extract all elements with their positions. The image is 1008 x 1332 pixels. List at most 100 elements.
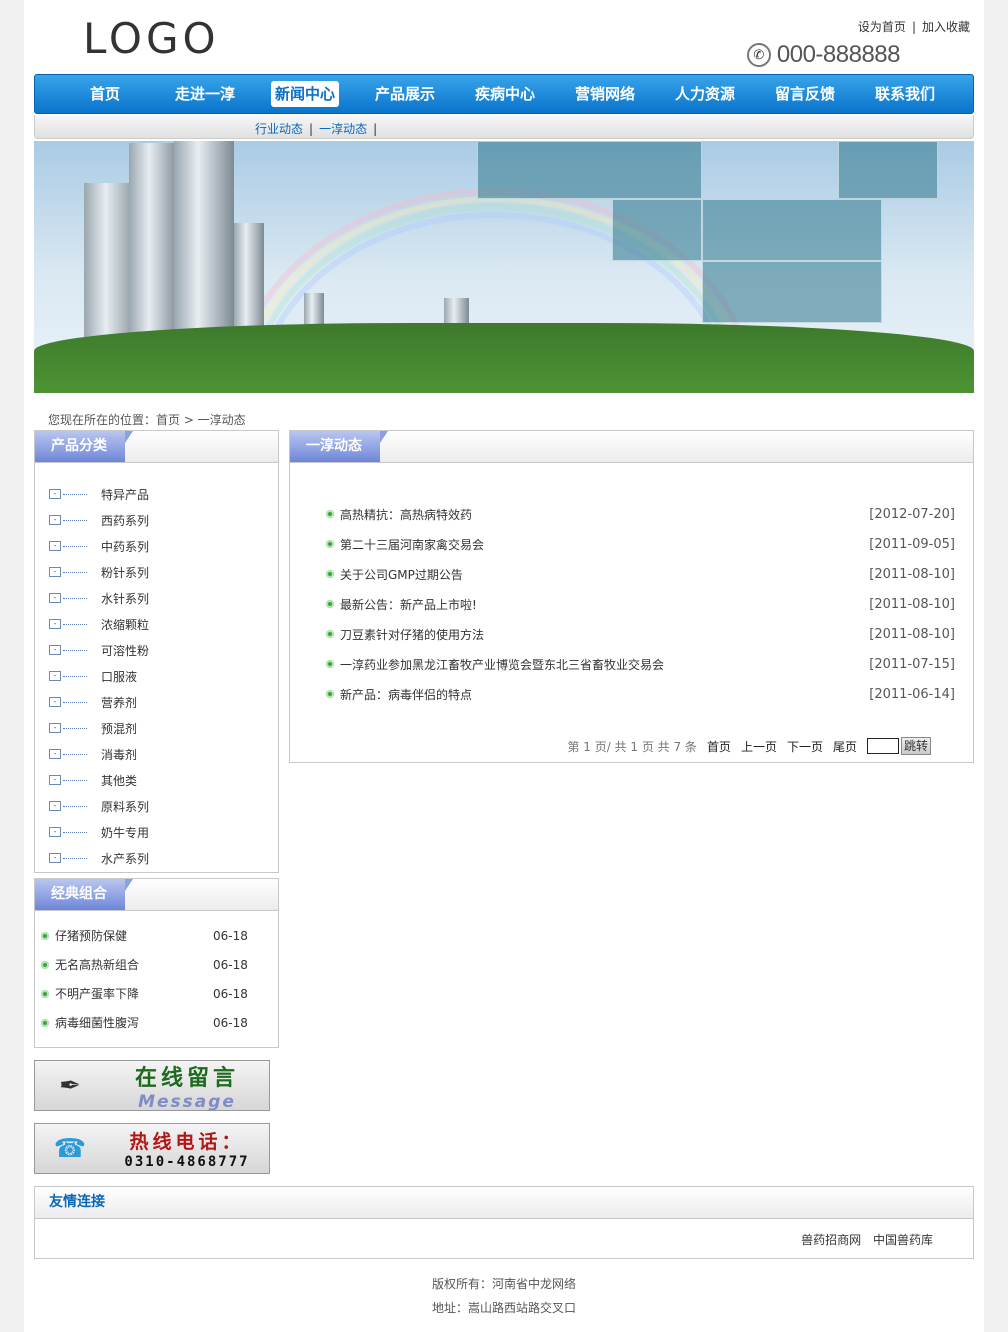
friend-link[interactable]: 中国兽药库	[873, 1233, 933, 1247]
site-logo[interactable]: LOGO	[83, 14, 220, 63]
go-button[interactable]: 跳转	[900, 737, 931, 755]
nav-label[interactable]: 走进一淳	[175, 85, 235, 103]
category-label[interactable]: 浓缩颗粒	[101, 616, 149, 633]
online-message-banner[interactable]: ✒ 在线留言 Message	[34, 1060, 270, 1112]
banner-image	[34, 141, 974, 393]
news-item[interactable]: 第二十三届河南家禽交易会 [2011-09-05]	[326, 529, 955, 559]
tree-node-icon: -	[49, 853, 61, 863]
category-label[interactable]: 水产系列	[101, 850, 149, 867]
nav-item-contact[interactable]: 联系我们	[855, 75, 955, 113]
prev-page-link[interactable]: 上一页	[741, 738, 777, 755]
combo-item[interactable]: 仔猪预防保健 06-18	[41, 921, 278, 950]
category-label[interactable]: 其他类	[101, 772, 137, 789]
category-item[interactable]: - 中药系列	[49, 533, 278, 559]
nav-item-disease[interactable]: 疾病中心	[455, 75, 555, 113]
combo-item[interactable]: 病毒细菌性腹泻 06-18	[41, 1008, 278, 1037]
category-label[interactable]: 营养剂	[101, 694, 137, 711]
combo-item[interactable]: 无名高热新组合 06-18	[41, 950, 278, 979]
combo-title[interactable]: 不明产蛋率下降	[55, 985, 213, 1002]
news-title[interactable]: 一淳药业参加黑龙江畜牧产业博览会暨东北三省畜牧业交易会	[340, 656, 869, 673]
message-en: Message	[138, 1091, 236, 1112]
category-item[interactable]: - 其他类	[49, 767, 278, 793]
news-title[interactable]: 高热精抗：高热病特效药	[340, 506, 869, 523]
message-cn: 在线留言	[134, 1064, 239, 1091]
nav-label[interactable]: 新闻中心	[270, 81, 339, 107]
news-title[interactable]: 刀豆素针对仔猪的使用方法	[340, 626, 869, 643]
category-label[interactable]: 消毒剂	[101, 746, 137, 763]
subnav-industry-news[interactable]: 行业动态	[255, 122, 303, 136]
nav-label[interactable]: 人力资源	[675, 85, 735, 103]
tree-node-icon: -	[49, 567, 61, 577]
category-label[interactable]: 特异产品	[101, 486, 149, 503]
category-label[interactable]: 奶牛专用	[101, 824, 149, 841]
nav-item-hr[interactable]: 人力资源	[655, 75, 755, 113]
set-home-link[interactable]: 设为首页	[858, 20, 906, 34]
subnav-company-news[interactable]: 一淳动态	[319, 122, 367, 136]
sub-nav: 行业动态 | 一淳动态 |	[34, 115, 974, 139]
page-number-input[interactable]	[866, 738, 899, 754]
last-page-link[interactable]: 尾页	[833, 738, 857, 755]
news-item[interactable]: 高热精抗：高热病特效药 [2012-07-20]	[326, 499, 955, 529]
news-title[interactable]: 最新公告：新产品上市啦!	[340, 596, 869, 613]
category-item[interactable]: - 粉针系列	[49, 559, 278, 585]
nav-item-home[interactable]: 首页	[55, 75, 155, 113]
category-item[interactable]: - 可溶性粉	[49, 637, 278, 663]
add-favorite-link[interactable]: 加入收藏	[922, 20, 970, 34]
category-label[interactable]: 西药系列	[101, 512, 149, 529]
combo-item[interactable]: 不明产蛋率下降 06-18	[41, 979, 278, 1008]
category-label[interactable]: 预混剂	[101, 720, 137, 737]
friend-link[interactable]: 兽药招商网	[801, 1233, 861, 1247]
subnav-separator: |	[373, 122, 378, 136]
nav-label[interactable]: 留言反馈	[775, 85, 835, 103]
tree-node-icon: -	[49, 541, 61, 551]
nav-item-news[interactable]: 新闻中心	[255, 75, 355, 113]
nav-label[interactable]: 联系我们	[875, 85, 935, 103]
category-item[interactable]: - 奶牛专用	[49, 819, 278, 845]
category-label[interactable]: 粉针系列	[101, 564, 149, 581]
category-item[interactable]: - 西药系列	[49, 507, 278, 533]
category-item[interactable]: - 消毒剂	[49, 741, 278, 767]
category-label[interactable]: 中药系列	[101, 538, 149, 555]
category-label[interactable]: 水针系列	[101, 590, 149, 607]
news-item[interactable]: 一淳药业参加黑龙江畜牧产业博览会暨东北三省畜牧业交易会 [2011-07-15]	[326, 649, 955, 679]
category-item[interactable]: - 浓缩颗粒	[49, 611, 278, 637]
bullet-icon	[326, 690, 334, 698]
nav-item-products[interactable]: 产品展示	[355, 75, 455, 113]
hotline-banner[interactable]: ☎ 热线电话： 0310-4868777	[34, 1123, 270, 1174]
top-links: 设为首页 | 加入收藏	[858, 18, 970, 35]
tree-node-icon: -	[49, 723, 61, 733]
category-item[interactable]: - 原料系列	[49, 793, 278, 819]
news-title[interactable]: 新产品：病毒伴侣的特点	[340, 686, 869, 703]
top-links-separator: |	[911, 20, 916, 34]
category-label[interactable]: 可溶性粉	[101, 642, 149, 659]
news-item[interactable]: 刀豆素针对仔猪的使用方法 [2011-08-10]	[326, 619, 955, 649]
combo-title[interactable]: 无名高热新组合	[55, 956, 213, 973]
nav-item-feedback[interactable]: 留言反馈	[755, 75, 855, 113]
nav-item-about[interactable]: 走进一淳	[155, 75, 255, 113]
category-item[interactable]: - 营养剂	[49, 689, 278, 715]
category-label[interactable]: 口服液	[101, 668, 137, 685]
news-title[interactable]: 关于公司GMP过期公告	[340, 566, 869, 583]
combo-date: 06-18	[213, 957, 248, 972]
nav-label[interactable]: 疾病中心	[475, 85, 535, 103]
nav-item-marketing[interactable]: 营销网络	[555, 75, 655, 113]
news-title[interactable]: 第二十三届河南家禽交易会	[340, 536, 869, 553]
combo-title[interactable]: 仔猪预防保健	[55, 927, 213, 944]
nav-label[interactable]: 首页	[90, 85, 120, 103]
combo-title[interactable]: 病毒细菌性腹泻	[55, 1014, 213, 1031]
category-item[interactable]: - 预混剂	[49, 715, 278, 741]
category-item[interactable]: - 口服液	[49, 663, 278, 689]
tree-node-icon: -	[49, 749, 61, 759]
nav-label[interactable]: 营销网络	[575, 85, 635, 103]
news-item[interactable]: 最新公告：新产品上市啦! [2011-08-10]	[326, 589, 955, 619]
news-item[interactable]: 新产品：病毒伴侣的特点 [2011-06-14]	[326, 679, 955, 709]
category-item[interactable]: - 水针系列	[49, 585, 278, 611]
next-page-link[interactable]: 下一页	[787, 738, 823, 755]
category-label[interactable]: 原料系列	[101, 798, 149, 815]
nav-label[interactable]: 产品展示	[375, 85, 435, 103]
news-item[interactable]: 关于公司GMP过期公告 [2011-08-10]	[326, 559, 955, 589]
subnav-separator: |	[309, 122, 314, 136]
first-page-link[interactable]: 首页	[707, 738, 731, 755]
category-item[interactable]: - 特异产品	[49, 481, 278, 507]
category-item[interactable]: - 水产系列	[49, 845, 278, 871]
